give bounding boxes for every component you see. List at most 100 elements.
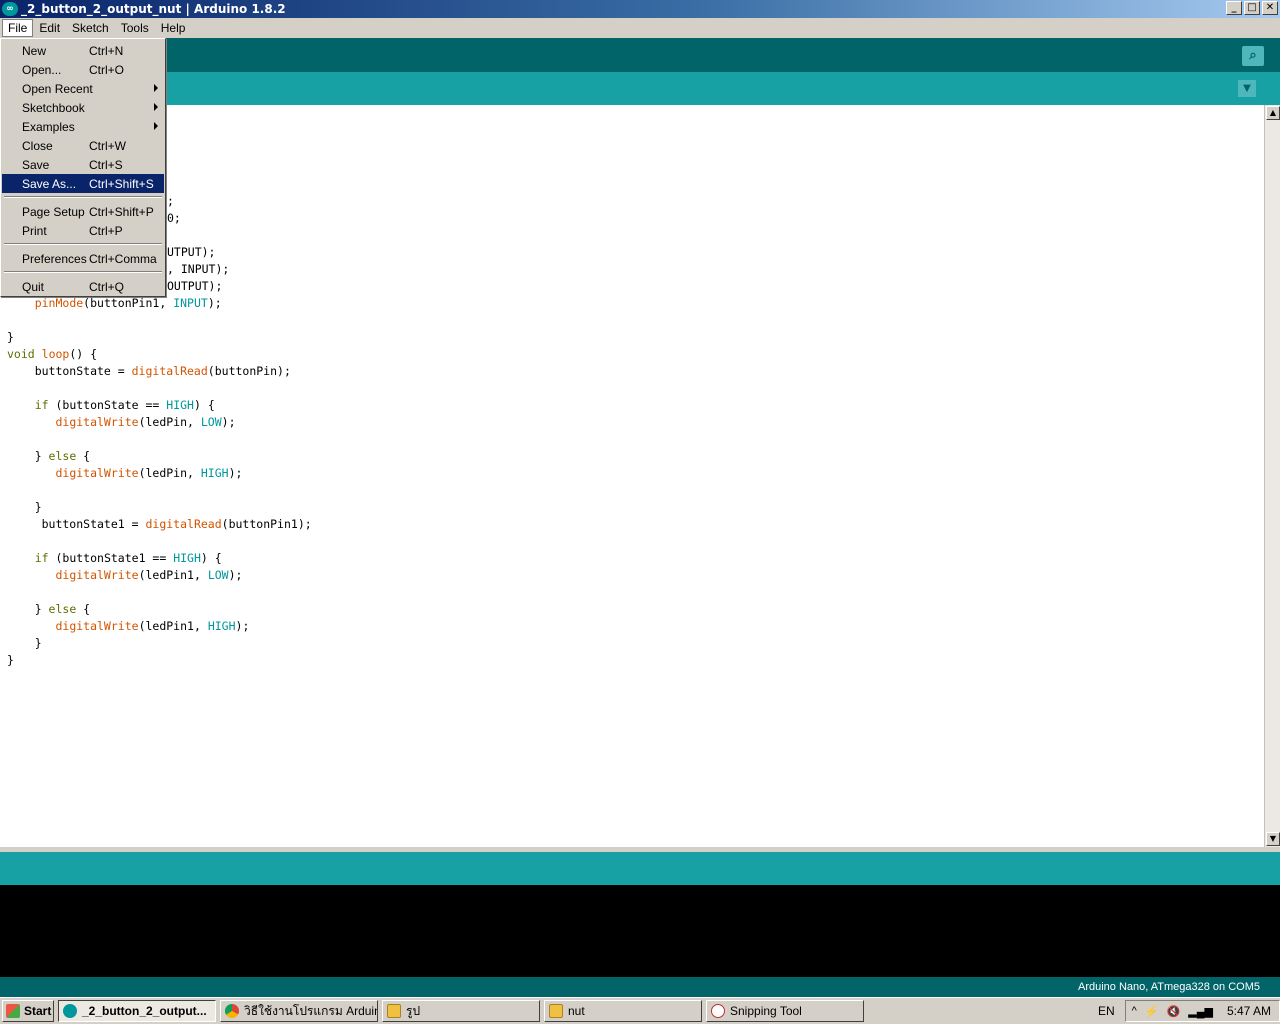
- magnifier-icon: ⌕: [1249, 48, 1257, 63]
- menu-item-label: Save: [22, 157, 50, 172]
- console-output: [0, 885, 1280, 977]
- board-info: Arduino Nano, ATmega328 on COM5: [1077, 981, 1260, 993]
- menu-item-print[interactable]: Print Ctrl+P: [2, 221, 164, 240]
- arduino-icon: [63, 1004, 77, 1018]
- code-line: digitalWrite(ledPin, LOW);: [55, 415, 236, 429]
- tab-bar: ▼: [0, 72, 1280, 105]
- volume-muted-icon[interactable]: 🔇: [1167, 1005, 1181, 1018]
- start-button[interactable]: Start: [2, 1000, 54, 1022]
- menu-item-label: Save As...: [22, 176, 77, 191]
- menu-item-label: Open Recent: [22, 81, 93, 96]
- menu-item-label: Print: [22, 223, 47, 238]
- code-line: } else {: [7, 449, 91, 463]
- menu-item-quit[interactable]: Quit Ctrl+Q: [2, 277, 164, 296]
- menu-item-save[interactable]: Save Ctrl+S: [2, 155, 164, 174]
- status-bar: [0, 852, 1280, 885]
- taskbar-item-label: Snipping Tool: [730, 1004, 802, 1018]
- code-line: if (buttonState1 == HIGH) {: [34, 551, 222, 565]
- menu-item-shortcut: Ctrl+Comma: [89, 251, 157, 266]
- maximize-button[interactable]: □: [1244, 1, 1260, 15]
- menu-item-shortcut: Ctrl+N: [89, 43, 124, 58]
- window-controls: _ □ ✕: [1226, 1, 1278, 15]
- code-line: } else {: [7, 602, 91, 616]
- taskbar-item-arduino[interactable]: _2_button_2_output...: [58, 1000, 216, 1022]
- code-line: buttonState = digitalRead(buttonPin);: [7, 364, 291, 378]
- menu-sketch[interactable]: Sketch: [66, 19, 115, 37]
- minimize-button[interactable]: _: [1226, 1, 1242, 15]
- arduino-logo-icon: ∞: [2, 2, 18, 16]
- menu-item-new[interactable]: New Ctrl+N: [2, 41, 164, 60]
- taskbar-item-label: วิธีใช้งานโปรแกรม Arduin...: [244, 1003, 378, 1018]
- menu-item-preferences[interactable]: Preferences Ctrl+Comma: [2, 249, 164, 268]
- menu-item-shortcut: Ctrl+Shift+P: [89, 204, 154, 219]
- code-line: digitalWrite(ledPin1, HIGH);: [55, 619, 250, 633]
- menu-item-label: Examples: [22, 119, 75, 134]
- menu-edit[interactable]: Edit: [33, 19, 66, 37]
- menu-item-shortcut: Ctrl+W: [89, 138, 126, 153]
- code-line: if (buttonState == HIGH) {: [34, 398, 215, 412]
- code-line: digitalWrite(ledPin1, LOW);: [55, 568, 243, 582]
- menu-item-sketchbook[interactable]: Sketchbook: [2, 98, 164, 117]
- code-fragment: UTPUT);: [167, 245, 216, 259]
- toolbar: ⌕: [0, 38, 1280, 72]
- menu-bar: File Edit Sketch Tools Help: [0, 18, 1280, 38]
- menu-item-shortcut: Ctrl+Shift+S: [89, 176, 154, 191]
- code-line: pinMode(buttonPin1, INPUT);: [34, 296, 222, 310]
- menu-item-save-as[interactable]: Save As... Ctrl+Shift+S: [2, 174, 164, 193]
- menu-item-label: New: [22, 43, 47, 58]
- network-signal-icon[interactable]: ▂▄▆: [1188, 1005, 1213, 1018]
- menu-help[interactable]: Help: [155, 19, 192, 37]
- menu-file[interactable]: File: [2, 19, 34, 37]
- taskbar: Start _2_button_2_output... วิธีใช้งานโป…: [0, 997, 1280, 1024]
- snipping-tool-icon: [711, 1004, 725, 1018]
- submenu-arrow-icon: [154, 122, 158, 130]
- submenu-arrow-icon: [154, 103, 158, 111]
- system-tray: EN ^ ⚡ 🔇 ▂▄▆ 5:47 AM: [1098, 1000, 1280, 1022]
- taskbar-item-label: nut: [568, 1004, 585, 1018]
- menu-item-shortcut: Ctrl+P: [89, 223, 123, 238]
- arrow-up-icon: ▲: [1269, 108, 1277, 117]
- show-hidden-icons-icon[interactable]: ^: [1132, 1005, 1137, 1017]
- code-line: }: [7, 636, 42, 650]
- code-fragment: 0;: [167, 211, 181, 225]
- window-title: _2_button_2_output_nut | Arduino 1.8.2: [21, 2, 286, 16]
- menu-item-examples[interactable]: Examples: [2, 117, 164, 136]
- file-menu-dropdown: New Ctrl+N Open... Ctrl+O Open Recent Sket…: [0, 38, 166, 297]
- code-fragment: OUTPUT);: [167, 279, 223, 293]
- tab-menu-button[interactable]: ▼: [1238, 80, 1256, 97]
- taskbar-item-chrome[interactable]: วิธีใช้งานโปรแกรม Arduin...: [220, 1000, 378, 1022]
- language-indicator[interactable]: EN: [1098, 1004, 1115, 1018]
- code-fragment: , INPUT);: [167, 262, 230, 276]
- menu-tools[interactable]: Tools: [115, 19, 155, 37]
- power-icon[interactable]: ⚡: [1145, 1005, 1159, 1018]
- taskbar-item-snipping-tool[interactable]: Snipping Tool: [706, 1000, 864, 1022]
- menu-item-label: Sketchbook: [22, 100, 85, 115]
- menu-item-open-recent[interactable]: Open Recent: [2, 79, 164, 98]
- clock[interactable]: 5:47 AM: [1227, 1004, 1271, 1018]
- menu-item-shortcut: Ctrl+Q: [89, 279, 125, 294]
- close-button[interactable]: ✕: [1262, 1, 1278, 15]
- taskbar-item-label: _2_button_2_output...: [82, 1004, 207, 1018]
- taskbar-item-folder-nut[interactable]: nut: [544, 1000, 702, 1022]
- menu-item-label: Preferences: [22, 251, 87, 266]
- menu-item-label: Page Setup: [22, 204, 85, 219]
- vertical-scrollbar[interactable]: ▲ ▼: [1264, 105, 1280, 847]
- menu-item-open[interactable]: Open... Ctrl+O: [2, 60, 164, 79]
- folder-icon: [549, 1004, 563, 1018]
- code-editor[interactable]: ; 0; UTPUT); , INPUT); OUTPUT); pinMode(butt…: [0, 105, 1264, 847]
- taskbar-item-folder-rup[interactable]: รูป: [382, 1000, 540, 1022]
- menu-item-shortcut: Ctrl+O: [89, 62, 125, 77]
- serial-monitor-button[interactable]: ⌕: [1242, 46, 1264, 66]
- folder-icon: [387, 1004, 401, 1018]
- scroll-up-button[interactable]: ▲: [1266, 106, 1280, 120]
- chrome-icon: [225, 1004, 239, 1018]
- menu-separator: [2, 268, 164, 277]
- scroll-down-button[interactable]: ▼: [1266, 832, 1280, 846]
- code-lines: pinMode(buttonPin1, INPUT); } void loop()…: [7, 295, 312, 669]
- menu-item-close[interactable]: Close Ctrl+W: [2, 136, 164, 155]
- code-line: }: [7, 653, 14, 667]
- menu-item-page-setup[interactable]: Page Setup Ctrl+Shift+P: [2, 202, 164, 221]
